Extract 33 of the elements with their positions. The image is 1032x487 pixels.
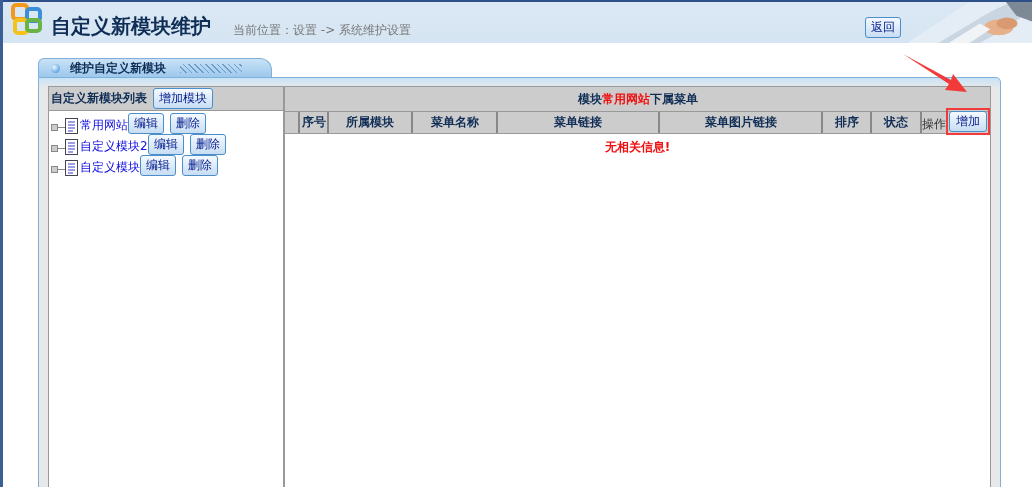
column-header: 菜单链接 (554, 114, 602, 131)
panel-title: 维护自定义新模块 (70, 59, 166, 77)
column-header: 菜单图片链接 (704, 114, 777, 131)
document-icon (65, 118, 78, 134)
logo-icon (11, 2, 43, 35)
empty-message: 无相关信息! (603, 139, 672, 156)
column-header: 状态 (884, 114, 908, 131)
edit-button[interactable]: 编辑 (140, 155, 176, 176)
edit-button[interactable]: 编辑 (128, 113, 164, 134)
table-title: 模块常用网站下属菜单 (577, 90, 698, 108)
edit-button[interactable]: 编辑 (147, 134, 184, 155)
document-icon (65, 139, 78, 155)
hatch-icon (180, 63, 242, 73)
column-header: 操作 (922, 116, 946, 133)
breadcrumb: 当前位置：设置 -> 系统维护设置 (233, 22, 411, 39)
delete-button[interactable]: 删除 (182, 155, 218, 176)
module-link[interactable]: 自定义模块2 (80, 138, 148, 155)
column-header: 所属模块 (346, 114, 394, 131)
delete-button[interactable]: 删除 (170, 113, 206, 134)
module-link[interactable]: 常用网站 (80, 117, 128, 134)
column-header: 序号 (301, 114, 326, 131)
document-icon (65, 160, 78, 176)
page-title: 自定义新模块维护 (51, 13, 211, 40)
back-button[interactable]: 返回 (865, 17, 901, 38)
list-title: 自定义新模块列表 (51, 90, 147, 107)
module-link[interactable]: 自定义模块 (80, 159, 140, 176)
annotation-arrow (903, 54, 967, 94)
add-module-button[interactable]: 增加模块 (153, 88, 213, 109)
add-button[interactable]: 增加 (949, 111, 987, 132)
bullet-icon (51, 63, 60, 73)
column-header: 排序 (834, 114, 859, 131)
delete-button[interactable]: 删除 (189, 134, 226, 155)
column-header: 菜单名称 (430, 114, 479, 131)
